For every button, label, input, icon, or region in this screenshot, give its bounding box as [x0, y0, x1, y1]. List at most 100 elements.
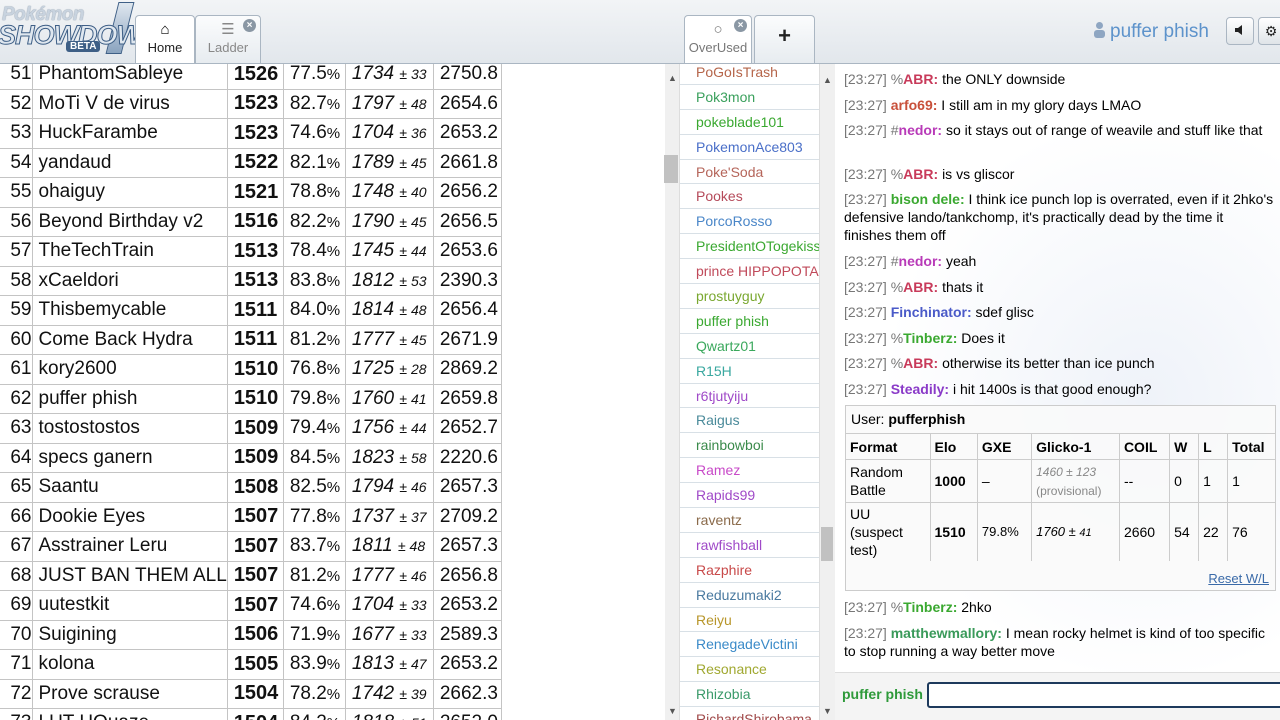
chat-username[interactable]: ABR:: [903, 355, 938, 371]
sound-button[interactable]: [1226, 17, 1254, 45]
player-name-cell[interactable]: HuckFarambe: [31, 118, 228, 149]
userlist-item[interactable]: rainbowboi: [680, 433, 819, 459]
userlist-item[interactable]: Razphire: [680, 558, 819, 583]
scroll-up-icon[interactable]: ▲: [823, 75, 832, 85]
player-name-cell[interactable]: ohaiguy: [31, 177, 228, 208]
userlist[interactable]: PoGoIsTrash Pok3mon pokeblade101 PokemonAce…: [679, 64, 819, 720]
close-icon[interactable]: ×: [734, 19, 747, 32]
userlist-item[interactable]: Pok3mon: [680, 85, 819, 110]
scroll-up-icon[interactable]: ▲: [668, 73, 677, 83]
userlist-item[interactable]: puffer phish: [680, 309, 819, 334]
userlist-item[interactable]: prince HIPPOPOTAS: [680, 259, 819, 285]
userlist-item[interactable]: pokeblade101: [680, 110, 819, 135]
player-name-cell[interactable]: MoTi V de virus: [31, 88, 228, 119]
player-name-cell[interactable]: TheTechTrain: [31, 236, 228, 267]
reset-wl-link[interactable]: Reset W/L: [1208, 571, 1269, 586]
userlist-item[interactable]: Raigus: [680, 408, 819, 434]
chat-username[interactable]: nedor:: [899, 253, 943, 269]
userlist-item[interactable]: PokemonAce803: [680, 135, 819, 160]
ladder-row[interactable]: 53 HuckFarambe 1523 74.6% 1704 ± 36 2653.2: [0, 118, 502, 149]
userlist-item[interactable]: Rhizobia: [680, 682, 819, 708]
new-tab-button[interactable]: +: [754, 15, 815, 63]
chat-username[interactable]: nedor:: [899, 122, 943, 138]
userlist-item[interactable]: PresidentOTogekiss: [680, 234, 819, 260]
userlist-item[interactable]: Ramez: [680, 458, 819, 484]
player-name-cell[interactable]: kolona: [31, 649, 228, 680]
chat-username[interactable]: Steadily:: [891, 381, 949, 397]
ladder-row[interactable]: 62 puffer phish 1510 79.8% 1760 ± 41 2659.8: [0, 383, 502, 414]
ladder-row[interactable]: 72 Prove scrause 1504 78.2% 1742 ± 39 2662.3: [0, 678, 502, 709]
chat-username[interactable]: ABR:: [903, 279, 938, 295]
chat-username[interactable]: arfo69:: [891, 97, 938, 113]
tab-ladder[interactable]: ☰ Ladder ×: [195, 15, 261, 63]
chat-username[interactable]: Tinberz:: [903, 599, 957, 615]
userlist-item[interactable]: PoGoIsTrash: [680, 64, 819, 85]
userlist-item[interactable]: Rapids99: [680, 483, 819, 509]
player-name-cell[interactable]: PhantomSableye: [31, 64, 228, 90]
userlist-item[interactable]: PorcoRosso: [680, 209, 819, 235]
ladder-row[interactable]: 51 PhantomSableye 1526 77.5% 1734 ± 33 2750.8: [0, 64, 502, 90]
ladder-row[interactable]: 54 yandaud 1522 82.1% 1789 ± 45 2661.8: [0, 147, 502, 178]
userlist-scrollbar[interactable]: [819, 64, 835, 720]
userlist-item[interactable]: R15H: [680, 359, 819, 384]
ladder-row[interactable]: 60 Come Back Hydra 1511 81.2% 1777 ± 45 2671.…: [0, 324, 502, 355]
ladder-row[interactable]: 52 MoTi V de virus 1523 82.7% 1797 ± 48 2654.…: [0, 88, 502, 119]
userlist-item[interactable]: rawfishball: [680, 533, 819, 558]
chat-username[interactable]: matthewmallory:: [891, 625, 1002, 641]
userlist-item[interactable]: Resonance: [680, 657, 819, 683]
chat-username[interactable]: ABR:: [903, 71, 938, 87]
ladder-row[interactable]: 65 Saantu 1508 82.5% 1794 ± 46 2657.3: [0, 472, 502, 503]
user-area[interactable]: puffer phish: [1093, 18, 1209, 46]
userlist-item[interactable]: Reduzumaki2: [680, 583, 819, 608]
close-icon[interactable]: ×: [243, 19, 256, 32]
player-name-cell[interactable]: puffer phish: [31, 383, 228, 414]
userlist-item[interactable]: Pookes: [680, 184, 819, 210]
player-name-cell[interactable]: kory2600: [31, 354, 228, 385]
userlist-item[interactable]: Qwartz01: [680, 334, 819, 359]
scroll-down-icon[interactable]: ▼: [823, 706, 832, 716]
ladder-row[interactable]: 70 Suigining 1506 71.9% 1677 ± 33 2589.3: [0, 619, 502, 650]
chat-username[interactable]: bison dele:: [891, 191, 965, 207]
ladder-row[interactable]: 63 tostostostos 1509 79.4% 1756 ± 44 2652.7: [0, 413, 502, 444]
ladder-row[interactable]: 71 kolona 1505 83.9% 1813 ± 47 2653.2: [0, 649, 502, 680]
ladder-row[interactable]: 68 JUST BAN THEM ALL 1507 81.2% 1777 ± 46 265…: [0, 560, 502, 591]
ladder-row[interactable]: 64 specs ganern 1509 84.5% 1823 ± 58 2220.6: [0, 442, 502, 473]
player-name-cell[interactable]: tostostostos: [31, 413, 228, 444]
ladder-row[interactable]: 73LUT HOuaze150484.2%1818 ± 512652.0: [0, 708, 502, 720]
ladder-row[interactable]: 66 Dookie Eyes 1507 77.8% 1737 ± 37 2709.2: [0, 501, 502, 532]
userlist-item[interactable]: r6tjutyiju: [680, 384, 819, 409]
player-name-cell[interactable]: uutestkit: [31, 590, 228, 621]
tab-home[interactable]: ⌂ Home: [135, 15, 195, 63]
player-name-cell[interactable]: Prove scrause: [31, 678, 228, 709]
userlist-scroll-thumb[interactable]: [821, 527, 833, 561]
pokemon-showdown-logo[interactable]: Pokémon SHOWDOWN BETA: [0, 0, 161, 62]
player-name-cell[interactable]: Come Back Hydra: [31, 324, 228, 355]
chat-username[interactable]: ABR:: [903, 166, 938, 182]
tab-overused[interactable]: ○ OverUsed ×: [684, 15, 752, 63]
chat-username[interactable]: Finchinator:: [891, 304, 972, 320]
ladder-row[interactable]: 61 kory2600 1510 76.8% 1725 ± 28 2869.2: [0, 354, 502, 385]
ladder-scroll-thumb[interactable]: [664, 155, 678, 183]
player-name-cell[interactable]: yandaud: [31, 147, 228, 178]
player-name-cell[interactable]: Asstrainer Leru: [31, 531, 228, 562]
userlist-item[interactable]: raventz: [680, 508, 819, 533]
options-button[interactable]: ⚙: [1258, 17, 1280, 45]
player-name-cell[interactable]: JUST BAN THEM ALL: [31, 560, 228, 591]
username[interactable]: puffer phish: [1110, 21, 1209, 43]
ladder-row[interactable]: 67 Asstrainer Leru 1507 83.7% 1811 ± 48 2657.…: [0, 531, 502, 562]
player-name-cell[interactable]: LUT HOuaze: [31, 708, 228, 720]
ladder-row[interactable]: 56 Beyond Birthday v2 1516 82.2% 1790 ± 45 26…: [0, 206, 502, 237]
ladder-row[interactable]: 55 ohaiguy 1521 78.8% 1748 ± 40 2656.2: [0, 177, 502, 208]
scroll-down-icon[interactable]: ▼: [668, 706, 677, 716]
ladder-row[interactable]: 58 xCaeldori 1513 83.8% 1812 ± 53 2390.3: [0, 265, 502, 296]
userlist-item[interactable]: RichardShirobama: [680, 707, 819, 720]
ladder-row[interactable]: 69 uutestkit 1507 74.6% 1704 ± 33 2653.2: [0, 590, 502, 621]
userlist-item[interactable]: Poke'Soda: [680, 160, 819, 185]
player-name-cell[interactable]: Suigining: [31, 619, 228, 650]
userlist-item[interactable]: Reiyu: [680, 608, 819, 633]
player-name-cell[interactable]: specs ganern: [31, 442, 228, 473]
chat-username[interactable]: Tinberz:: [903, 330, 957, 346]
player-name-cell[interactable]: xCaeldori: [31, 265, 228, 296]
player-name-cell[interactable]: Dookie Eyes: [31, 501, 228, 532]
player-name-cell[interactable]: Saantu: [31, 472, 228, 503]
